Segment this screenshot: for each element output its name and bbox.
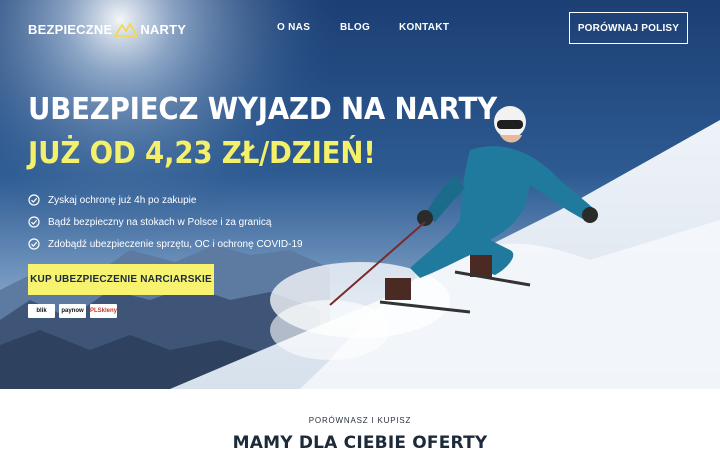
nav-item-kontakt[interactable]: KONTAKT [399, 22, 449, 33]
check-circle-icon [28, 216, 40, 228]
bullet-text: Zyskaj ochronę już 4h po zakupie [48, 194, 197, 206]
hero-bullets: Zyskaj ochronę już 4h po zakupie Bądź be… [28, 189, 303, 255]
check-circle-icon [28, 194, 40, 206]
blik-logo: blik [28, 304, 55, 318]
bullet-text: Zdobądź ubezpieczenie sprzętu, OC i ochr… [48, 238, 303, 250]
nav-item-o-nas[interactable]: O NAS [277, 22, 310, 33]
hero-headline: UBEZPIECZ WYJAZD NA NARTY [28, 92, 497, 127]
hero-price-line: JUŻ OD 4,23 ZŁ/DZIEŃ! [28, 136, 376, 171]
bullet-text: Bądź bezpieczny na stokach w Polsce i za… [48, 216, 272, 228]
paynow-logo: paynow [59, 304, 86, 318]
bullet-item: Bądź bezpieczny na stokach w Polsce i za… [28, 211, 303, 233]
section-title: MAMY DLA CIEBIE OFERTY [232, 433, 488, 453]
compare-policies-button[interactable]: PORÓWNAJ POLISY [569, 12, 688, 44]
check-circle-icon [28, 238, 40, 250]
przelewy-logo: PLSkleny [90, 304, 117, 318]
payment-logos: blik paynow PLSkleny [28, 304, 117, 318]
hero-banner: BEZPIECZNE NARTY O NAS BLOG KONTAKT PORÓ… [0, 0, 720, 389]
bullet-item: Zyskaj ochronę już 4h po zakupie [28, 189, 303, 211]
nav-item-blog[interactable]: BLOG [340, 22, 370, 33]
section-eyebrow: PORÓWNASZ I KUPISZ [308, 416, 412, 425]
offers-section: PORÓWNASZ I KUPISZ MAMY DLA CIEBIE OFERT… [0, 389, 720, 453]
bullet-item: Zdobądź ubezpieczenie sprzętu, OC i ochr… [28, 233, 303, 255]
buy-ski-insurance-button[interactable]: KUP UBEZPIECZENIE NARCIARSKIE [28, 264, 214, 295]
